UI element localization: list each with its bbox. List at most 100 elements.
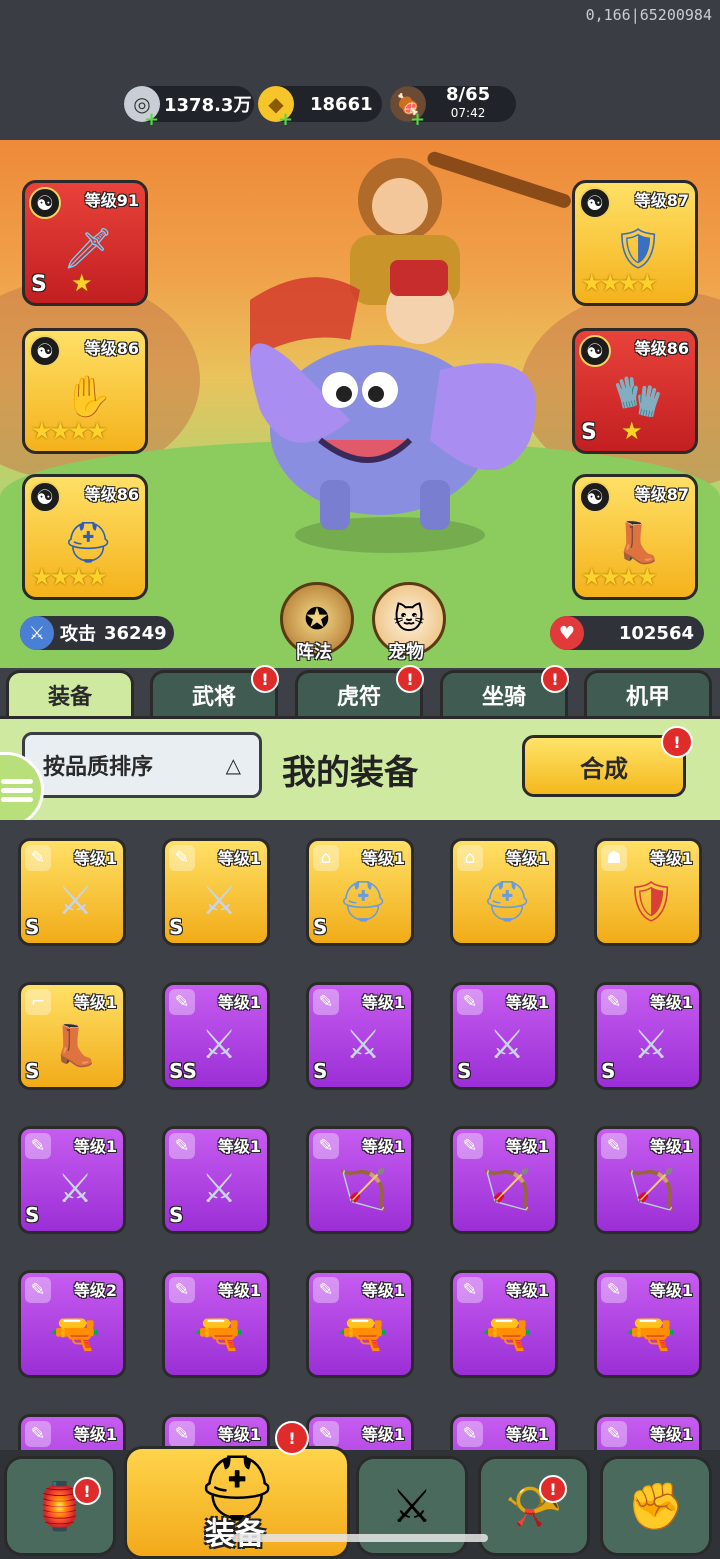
slot-level: 等级86 <box>84 339 139 358</box>
crossed-swords-icon: ⚔ <box>345 1022 381 1068</box>
item-level: 等级2 <box>73 1281 117 1300</box>
slot-stars: ★ <box>621 417 642 445</box>
helmet-icon: ⛑ <box>481 878 533 925</box>
tab-equipment[interactable]: 装备 <box>6 670 134 716</box>
inventory-item[interactable]: ☗ 等级1 🛡 <box>594 838 702 946</box>
slot-stars: ★ <box>71 269 92 297</box>
inventory-item[interactable]: ✎ 等级1 🔫 <box>162 1270 270 1378</box>
item-grade: S <box>25 1059 40 1083</box>
item-grade: SS <box>169 1059 197 1083</box>
inventory-item[interactable]: ✎ 等级1 ⚔ S <box>450 982 558 1090</box>
inventory-item[interactable]: ⌐ 等级1 👢 S <box>18 982 126 1090</box>
weapon-type-icon: ✎ <box>313 989 339 1015</box>
inventory-item[interactable]: ✎ 等级1 🔫 <box>306 1270 414 1378</box>
inventory-grid: ✎ 等级1 ⚔ S ✎ 等级1 ⚔ S ⌂ 等级1 ⛑ S ⌂ 等级1 ⛑ ☗ 等级1 🛡 ⌐ 等级1 👢 S ✎ 等级1 ⚔ S… <box>0 820 720 1450</box>
gold-value: 18661 <box>310 93 373 115</box>
stamina-resource[interactable]: 🍖 + 8/65 07:42 <box>390 84 516 130</box>
item-level: 等级1 <box>73 1425 117 1444</box>
slot-level: 等级87 <box>634 191 689 210</box>
weapon-type-icon: ✎ <box>601 1133 627 1159</box>
yin-yang-icon: ☯ <box>579 187 611 219</box>
combine-button[interactable]: 合成 ! <box>522 726 693 797</box>
item-level: 等级1 <box>649 1137 693 1156</box>
slot-level: 等级87 <box>634 485 689 504</box>
sort-label: 按品质排序 <box>43 755 154 780</box>
tab-mount[interactable]: 坐骑! <box>440 665 569 716</box>
nav-shop[interactable]: 🏮! <box>4 1456 116 1556</box>
yin-yang-icon: ☯ <box>29 335 61 367</box>
weapon-type-icon: ✎ <box>457 1133 483 1159</box>
tab-generals[interactable]: 武将! <box>150 665 279 716</box>
upgrade-fist-icon: ✊ <box>627 1478 685 1533</box>
gold-resource[interactable]: ◆ + 18661 <box>258 86 382 130</box>
home-indicator[interactable] <box>232 1534 488 1542</box>
equipped-bracer-slot[interactable]: ☯ 等级86 🧤 S ★ <box>572 328 698 454</box>
inventory-item[interactable]: ✎等级1⚔ <box>594 1414 702 1450</box>
item-level: 等级1 <box>217 1425 261 1444</box>
inventory-item[interactable]: ✎ 等级1 🏹 <box>450 1126 558 1234</box>
inventory-item[interactable]: ✎ 等级1 🏹 <box>594 1126 702 1234</box>
notification-badge: ! <box>539 1475 567 1503</box>
crossed-swords-icon: ⚔ <box>57 878 93 924</box>
equipped-helmet-slot[interactable]: ☯ 等级86 ⛑ ★★★★ <box>22 474 148 600</box>
inventory-item[interactable]: ✎ 等级1 ⚔ S <box>162 838 270 946</box>
item-grade: S <box>25 1203 40 1227</box>
inventory-item[interactable]: ✎ 等级1 ⚔ S <box>594 982 702 1090</box>
inventory-item[interactable]: ✎ 等级1 ⚔ S <box>306 982 414 1090</box>
weapon-type-icon: ✎ <box>457 989 483 1015</box>
equipped-boots-slot[interactable]: ☯ 等级87 👢 ★★★★ <box>572 474 698 600</box>
inventory-item[interactable]: ✎ 等级1 🔫 <box>450 1270 558 1378</box>
equipped-gauntlet-slot[interactable]: ☯ 等级86 ✋ ★★★★ <box>22 328 148 454</box>
nav-equipment-label: 装备 <box>205 1509 265 1553</box>
inventory-item[interactable]: ✎ 等级1 🏹 <box>306 1126 414 1234</box>
nav-upgrade[interactable]: ✊ <box>600 1456 712 1556</box>
nav-horn[interactable]: 📯! <box>478 1456 590 1556</box>
blunderbuss-icon: 🔫 <box>482 1310 532 1357</box>
item-level: 等级1 <box>505 849 549 868</box>
weapon-type-icon: ✎ <box>169 989 195 1015</box>
tab-tiger-tally[interactable]: 虎符! <box>295 665 424 716</box>
item-level: 等级1 <box>505 1425 549 1444</box>
item-level: 等级1 <box>649 1425 693 1444</box>
notification-badge: ! <box>251 665 279 693</box>
crossed-swords-icon: ⚔ <box>57 1166 93 1212</box>
slot-level: 等级91 <box>84 191 139 210</box>
inventory-item[interactable]: ✎等级1⚔ <box>162 1414 270 1450</box>
yin-yang-icon: ☯ <box>29 481 61 513</box>
weapon-type-icon: ✎ <box>601 1277 627 1303</box>
item-grade: S <box>313 1059 328 1083</box>
item-level: 等级1 <box>73 993 117 1012</box>
debug-readout: 0,166|65200984 <box>585 6 712 24</box>
equipped-weapon-slot[interactable]: ☯ 等级91 🗡 S ★ <box>22 180 148 306</box>
weapon-type-icon: ✎ <box>169 1421 195 1447</box>
boots-type-icon: ⌐ <box>25 989 51 1015</box>
inventory-item[interactable]: ✎ 等级1 ⚔ SS <box>162 982 270 1090</box>
hp-stat: ♥ 102564 <box>550 616 704 650</box>
inventory-item[interactable]: ✎等级1⚔ <box>306 1414 414 1450</box>
slot-grade: S <box>31 272 47 297</box>
item-grade: S <box>25 915 40 939</box>
nav-equipment[interactable]: ⛑ ! 装备 <box>124 1421 350 1559</box>
attack-label: 攻击 <box>60 624 96 645</box>
inventory-item[interactable]: ✎ 等级1 🔫 <box>594 1270 702 1378</box>
inventory-item[interactable]: ✎ 等级1 ⚔ S <box>162 1126 270 1234</box>
inventory-item[interactable]: ✎ 等级1 ⚔ S <box>18 1126 126 1234</box>
inventory-item[interactable]: ⌂ 等级1 ⛑ S <box>306 838 414 946</box>
crossed-swords-icon: ⚔ <box>201 878 237 924</box>
tab-mecha[interactable]: 机甲 <box>584 670 712 716</box>
helmet-icon: ⛑ <box>337 878 389 925</box>
inventory-item[interactable]: ✎等级1⚔ <box>18 1414 126 1450</box>
notification-badge: ! <box>661 726 693 758</box>
inventory-item[interactable]: ✎ 等级2 🔫 <box>18 1270 126 1378</box>
hero-character-illustration[interactable] <box>230 140 590 560</box>
item-level: 等级1 <box>649 993 693 1012</box>
inventory-item[interactable]: ✎ 等级1 ⚔ S <box>18 838 126 946</box>
stamina-value: 8/65 <box>446 84 491 105</box>
item-level: 等级1 <box>361 1425 405 1444</box>
silver-resource[interactable]: ◎ + 1378.3万 <box>124 86 254 130</box>
inventory-item[interactable]: ⌂ 等级1 ⛑ <box>450 838 558 946</box>
inventory-item[interactable]: ✎等级1⚔ <box>450 1414 558 1450</box>
equipped-armor-slot[interactable]: ☯ 等级87 🛡 ★★★★ <box>572 180 698 306</box>
sort-dropdown[interactable]: 按品质排序 △ <box>22 732 262 798</box>
notification-badge: ! <box>396 665 424 693</box>
